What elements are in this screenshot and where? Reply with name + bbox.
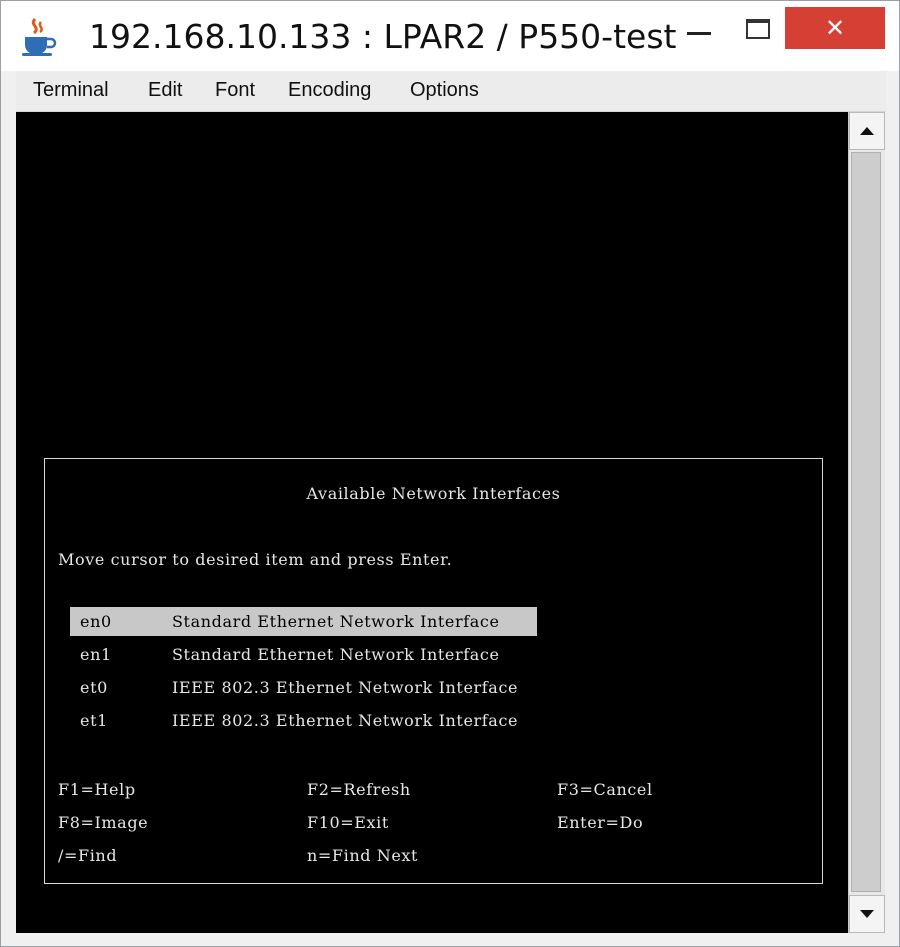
menu-encoding[interactable]: Encoding <box>288 79 371 102</box>
dialog-title: Available Network Interfaces <box>306 484 561 503</box>
scroll-up-arrow-icon <box>860 127 874 135</box>
close-icon: ✕ <box>824 14 846 42</box>
scrollbar-thumb[interactable] <box>851 152 881 892</box>
window-title: 192.168.10.133 : LPAR2 / P550-test <box>89 17 677 56</box>
maximize-icon <box>746 19 770 39</box>
interface-description: Standard Ethernet Network Interface <box>172 645 500 664</box>
list-item-selected[interactable]: en0 Standard Ethernet Network Interface <box>70 607 537 636</box>
menu-options[interactable]: Options <box>410 79 479 102</box>
scroll-up-button[interactable] <box>849 112 885 150</box>
minimize-icon <box>687 31 711 35</box>
interface-description: IEEE 802.3 Ethernet Network Interface <box>172 711 519 730</box>
interface-description: IEEE 802.3 Ethernet Network Interface <box>172 678 519 697</box>
title-bar[interactable]: 192.168.10.133 : LPAR2 / P550-test ✕ <box>1 1 899 71</box>
interface-name: et0 <box>80 678 108 697</box>
scroll-down-button[interactable] <box>849 895 885 933</box>
interface-description: Standard Ethernet Network Interface <box>172 612 500 631</box>
menu-terminal[interactable]: Terminal <box>33 79 109 102</box>
interface-name: en1 <box>80 645 112 664</box>
minimize-button[interactable] <box>671 7 727 51</box>
list-item[interactable]: en1 Standard Ethernet Network Interface <box>70 640 590 669</box>
key-help[interactable]: F1=Help <box>58 780 136 799</box>
terminal-window: 192.168.10.133 : LPAR2 / P550-test ✕ Ter… <box>0 0 900 947</box>
key-do[interactable]: Enter=Do <box>557 813 643 832</box>
key-exit[interactable]: F10=Exit <box>307 813 389 832</box>
key-find[interactable]: /=Find <box>58 846 117 865</box>
key-cancel[interactable]: F3=Cancel <box>557 780 653 799</box>
interface-name: en0 <box>80 612 112 631</box>
list-item[interactable]: et1 IEEE 802.3 Ethernet Network Interfac… <box>70 706 590 735</box>
dialog-instruction: Move cursor to desired item and press En… <box>58 550 453 569</box>
close-button[interactable]: ✕ <box>785 7 885 49</box>
network-interfaces-dialog: Available Network Interfaces Move cursor… <box>44 458 823 884</box>
list-item[interactable]: et0 IEEE 802.3 Ethernet Network Interfac… <box>70 673 590 702</box>
interface-name: et1 <box>80 711 108 730</box>
terminal-screen[interactable]: Available Network Interfaces Move cursor… <box>16 112 848 933</box>
menu-font[interactable]: Font <box>215 79 255 102</box>
menu-edit[interactable]: Edit <box>148 79 182 102</box>
maximize-button[interactable] <box>735 7 781 51</box>
scroll-down-arrow-icon <box>860 910 874 918</box>
key-find-next[interactable]: n=Find Next <box>307 846 418 865</box>
menu-bar: Terminal Edit Font Encoding Options <box>16 71 886 112</box>
key-refresh[interactable]: F2=Refresh <box>307 780 411 799</box>
vertical-scrollbar[interactable] <box>848 112 885 933</box>
java-cup-icon[interactable] <box>19 17 57 57</box>
key-image[interactable]: F8=Image <box>58 813 148 832</box>
